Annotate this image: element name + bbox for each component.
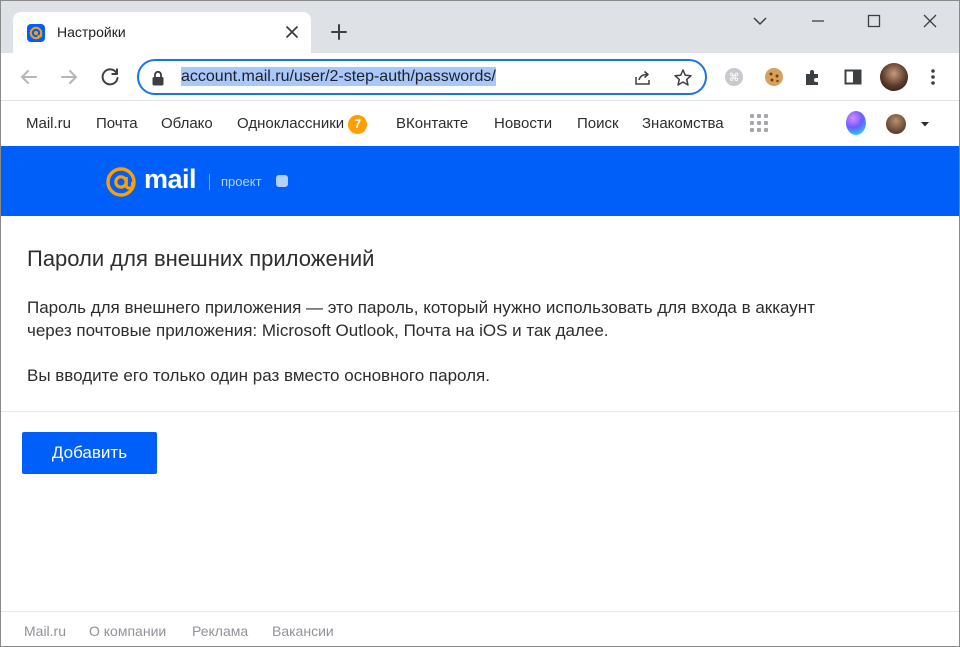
portal-link-mailru[interactable]: Mail.ru: [26, 115, 71, 132]
browser-window: Настройки account.mail.ru/user/2-step-au…: [0, 0, 960, 647]
address-bar[interactable]: account.mail.ru/user/2-step-auth/passwor…: [137, 59, 707, 95]
profile-avatar[interactable]: [880, 63, 908, 91]
description-line: Пароль для внешнего приложения — это пар…: [27, 298, 815, 317]
mail-at-icon: [27, 24, 45, 42]
description-line: через почтовые приложения: Microsoft Out…: [27, 321, 609, 340]
divider: [1, 611, 959, 612]
plus-icon[interactable]: [329, 22, 349, 42]
chevron-down-icon[interactable]: [749, 10, 771, 32]
mail-at-icon[interactable]: [105, 166, 137, 198]
portal-link-pochta[interactable]: Почта: [96, 115, 138, 132]
page-title: Пароли для внешних приложений: [27, 246, 375, 271]
footer-link-ads[interactable]: Реклама: [192, 623, 248, 639]
portal-link-odnoklassniki[interactable]: Одноклассники 7: [237, 115, 368, 134]
window-close-icon[interactable]: [919, 10, 941, 32]
footer-link-about[interactable]: О компании: [89, 623, 166, 639]
avatar[interactable]: [886, 114, 906, 134]
portal-link-oblako[interactable]: Облако: [161, 115, 213, 132]
footer-link-jobs[interactable]: Вакансии: [272, 623, 334, 639]
back-arrow-icon[interactable]: [17, 65, 41, 89]
project-label: проект: [221, 174, 262, 189]
tab-settings[interactable]: Настройки: [13, 12, 311, 53]
reload-icon[interactable]: [98, 65, 122, 89]
divider: [1, 411, 959, 412]
mail-logo-text[interactable]: mail: [144, 164, 197, 195]
portal-link-label: Одноклассники: [237, 115, 345, 132]
portal-nav: Mail.ru Почта Облако Одноклассники 7 ВКон…: [1, 101, 959, 146]
divider: [209, 174, 210, 190]
kebab-menu-icon[interactable]: [922, 66, 944, 88]
extension-icon[interactable]: ⌘: [723, 66, 745, 88]
tab-title: Настройки: [57, 24, 126, 40]
footer-link-mailru[interactable]: Mail.ru: [24, 623, 66, 639]
tab-strip: Настройки: [1, 1, 959, 53]
puzzle-icon[interactable]: [802, 66, 824, 88]
portal-link-znakomstva[interactable]: Знакомства: [642, 115, 724, 132]
cookie-icon[interactable]: [763, 66, 785, 88]
close-icon[interactable]: [283, 23, 301, 41]
add-button[interactable]: Добавить: [22, 432, 157, 474]
marusia-icon[interactable]: [846, 111, 866, 135]
svg-text:⌘: ⌘: [729, 71, 740, 84]
chevron-down-icon[interactable]: [919, 118, 931, 130]
side-panel-icon[interactable]: [842, 66, 864, 88]
url-text[interactable]: account.mail.ru/user/2-step-auth/passwor…: [181, 67, 496, 86]
lock-icon[interactable]: [151, 70, 165, 86]
apps-grid-icon[interactable]: [749, 113, 769, 133]
forward-arrow-icon[interactable]: [57, 65, 81, 89]
share-icon[interactable]: [633, 68, 653, 88]
maximize-icon[interactable]: [863, 10, 885, 32]
vk-icon: [276, 175, 288, 187]
notification-badge: 7: [348, 115, 368, 134]
star-icon[interactable]: [673, 68, 693, 88]
portal-link-poisk[interactable]: Поиск: [577, 115, 619, 132]
portal-link-novosti[interactable]: Новости: [494, 115, 552, 132]
note-text: Вы вводите его только один раз вместо ос…: [27, 366, 490, 385]
portal-link-vkontakte[interactable]: ВКонтакте: [396, 115, 468, 132]
description: Пароль для внешнего приложения — это пар…: [27, 296, 927, 342]
minimize-icon[interactable]: [807, 10, 829, 32]
browser-toolbar: account.mail.ru/user/2-step-auth/passwor…: [1, 53, 959, 101]
